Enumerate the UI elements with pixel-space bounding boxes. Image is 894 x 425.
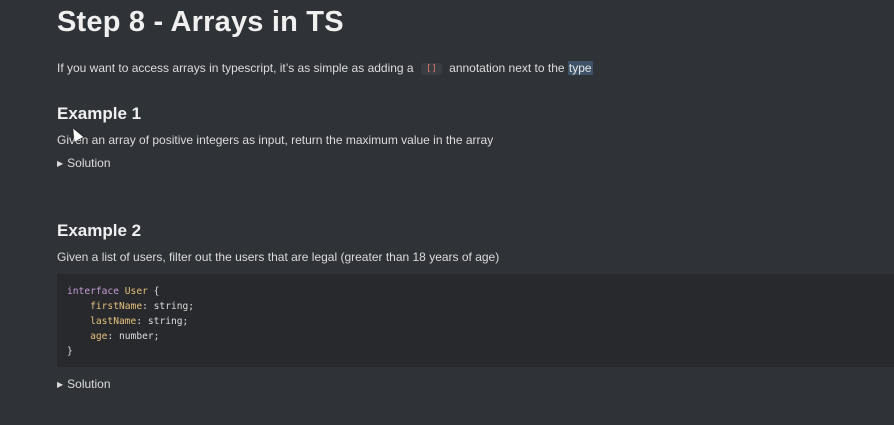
example-2-solution-toggle[interactable]: ▶ Solution [57, 377, 111, 391]
code-line-1: interface User { [67, 284, 894, 299]
toggle-label[interactable]: Solution [67, 156, 110, 170]
code-field-name: lastName [90, 316, 137, 327]
code-line-3: lastName: string; [90, 316, 189, 327]
code-type-name: User [124, 286, 148, 297]
toggle-triangle-icon[interactable]: ▶ [57, 380, 63, 389]
code-keyword: interface [67, 286, 119, 297]
example-1-heading: Example 1 [57, 104, 142, 123]
example-1-description: Given an array of positive integers as i… [57, 133, 494, 147]
code-line-5: } [67, 344, 894, 359]
example-1-solution-toggle[interactable]: ▶ Solution [57, 156, 111, 170]
code-block[interactable]: interface User { firstName: string; last… [57, 274, 894, 367]
code-open-brace: { [153, 286, 160, 297]
code-line-4: age: number; [90, 331, 160, 342]
code-line-2: firstName: string; [90, 301, 195, 312]
toggle-label[interactable]: Solution [67, 377, 110, 391]
toggle-triangle-icon[interactable]: ▶ [57, 159, 63, 168]
intro-paragraph: If you want to access arrays in typescri… [57, 61, 593, 75]
code-field-type: string; [147, 316, 189, 327]
page-title: Step 8 - Arrays in TS [57, 6, 344, 38]
example-2-heading: Example 2 [57, 221, 142, 240]
code-field-name: firstName [90, 301, 143, 312]
intro-text-after: annotation next to the [449, 61, 565, 75]
code-field-name: age [90, 331, 108, 342]
code-close-brace: } [67, 346, 73, 357]
code-field-type: number; [119, 331, 160, 342]
highlighted-word[interactable]: type [567, 61, 593, 75]
intro-text-before: If you want to access arrays in typescri… [57, 61, 414, 75]
code-field-type: string; [153, 301, 195, 312]
inline-code-array: [] [420, 63, 442, 75]
example-2-description: Given a list of users, filter out the us… [57, 250, 500, 264]
